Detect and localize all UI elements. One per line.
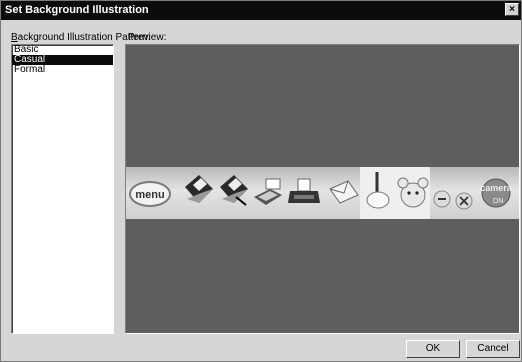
preview-label: Preview:	[128, 32, 167, 43]
scanner-icon	[254, 178, 282, 205]
ok-button[interactable]: OK	[406, 340, 460, 358]
character-face-icon	[397, 177, 429, 208]
cancel-button[interactable]: Cancel	[466, 340, 520, 358]
preview-pane: menu camera ON	[125, 44, 520, 334]
close-button[interactable]: ×	[505, 3, 519, 16]
pattern-item-formal[interactable]: Formal	[12, 65, 113, 75]
pattern-listbox[interactable]: Basic Casual Formal	[11, 44, 114, 334]
minimize-dot-icon	[433, 190, 451, 208]
menu-button-icon: menu	[129, 181, 171, 207]
camera-icon: camera ON	[480, 178, 513, 208]
close-dot-icon	[455, 192, 473, 210]
svg-text:ON: ON	[493, 198, 504, 205]
title-bar: Set Background Illustration ×	[1, 1, 521, 20]
pattern-label-accesskey: B	[11, 32, 18, 43]
close-icon: ×	[509, 4, 515, 15]
printer-icon	[288, 178, 320, 203]
camera-label: camera	[480, 183, 513, 193]
window-title: Set Background Illustration	[5, 4, 149, 16]
floppy-disk-edit-icon	[220, 175, 248, 206]
set-background-dialog: Set Background Illustration × Background…	[0, 0, 522, 362]
envelope-icon	[329, 180, 359, 204]
floppy-disk-icon	[185, 175, 213, 203]
menu-label: menu	[135, 189, 164, 201]
pen-pot-icon	[366, 172, 390, 209]
